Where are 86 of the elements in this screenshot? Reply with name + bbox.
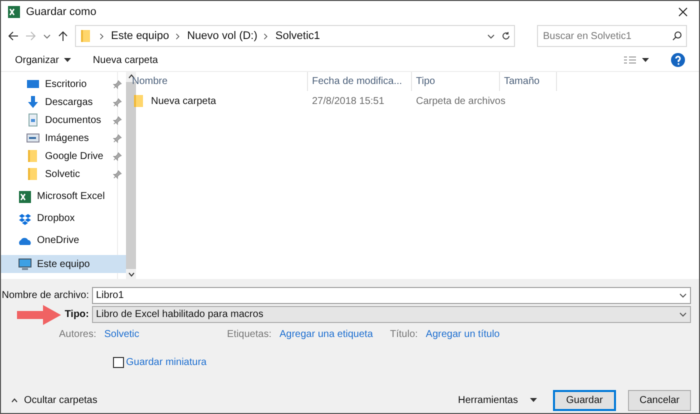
desktop-icon bbox=[26, 77, 40, 91]
meta-link[interactable]: Solvetic bbox=[104, 326, 140, 342]
excel-icon bbox=[18, 190, 32, 204]
download-icon bbox=[26, 95, 40, 109]
file-date: 27/8/2018 15:51 bbox=[312, 96, 384, 106]
sidebar-item[interactable]: Dropbox bbox=[1, 210, 126, 227]
sidebar-label: Dropbox bbox=[37, 212, 75, 226]
tools-menu[interactable]: Herramientas bbox=[458, 392, 537, 408]
caret-icon bbox=[530, 398, 537, 402]
search-field[interactable]: Buscar en Solvetic1 bbox=[537, 25, 687, 47]
address-bar[interactable]: Este equipo Nuevo vol (D:) Solvetic1 bbox=[75, 25, 515, 47]
sidebar-item[interactable]: Google Drive bbox=[1, 147, 126, 165]
pin-icon[interactable] bbox=[113, 152, 122, 160]
computer-icon bbox=[18, 257, 32, 271]
sidebar-label: Documentos bbox=[45, 114, 102, 128]
folder-icon bbox=[79, 29, 93, 43]
breadcrumb[interactable]: Solvetic1 bbox=[275, 28, 320, 44]
sidebar-label: Descargas bbox=[45, 96, 93, 110]
column-header[interactable]: Fecha de modifica... bbox=[308, 72, 412, 91]
caret-icon bbox=[64, 58, 71, 62]
filename-label: Nombre de archivo: bbox=[2, 289, 89, 303]
folder-icon bbox=[132, 94, 146, 108]
chevron-down-icon[interactable] bbox=[128, 272, 135, 277]
search-icon bbox=[672, 31, 682, 41]
back-arrow-icon[interactable] bbox=[7, 30, 19, 42]
chevron-right-icon bbox=[263, 32, 270, 40]
excel-icon bbox=[7, 5, 21, 19]
window-title: Guardar como bbox=[26, 4, 96, 20]
refresh-icon[interactable] bbox=[501, 31, 511, 41]
image-icon bbox=[26, 131, 40, 145]
chevron-right-icon bbox=[175, 32, 182, 40]
caret-icon[interactable] bbox=[642, 58, 649, 62]
sidebar-item[interactable]: Documentos bbox=[1, 111, 126, 129]
sidebar-label: Microsoft Excel bbox=[37, 190, 105, 204]
pin-icon[interactable] bbox=[113, 98, 122, 106]
folder-icon bbox=[26, 167, 40, 181]
type-dropdown[interactable]: Libro de Excel habilitado para macros bbox=[92, 306, 691, 323]
thumbnail-checkbox[interactable] bbox=[113, 357, 124, 368]
file-type: Carpeta de archivos bbox=[416, 96, 506, 106]
sidebar-item[interactable]: Microsoft Excel bbox=[1, 188, 126, 205]
pin-icon[interactable] bbox=[113, 170, 122, 178]
sidebar-label: Este equipo bbox=[37, 258, 90, 272]
help-icon[interactable] bbox=[671, 53, 685, 67]
new-folder-button[interactable]: Nueva carpeta bbox=[92, 52, 158, 68]
sidebar-label: Imágenes bbox=[45, 132, 89, 146]
chevron-up-icon bbox=[11, 398, 18, 402]
pin-icon[interactable] bbox=[113, 134, 122, 142]
sidebar-label: Solvetic bbox=[45, 168, 80, 182]
arrow-icon bbox=[16, 304, 61, 324]
dropbox-icon bbox=[18, 212, 32, 226]
view-options-icon[interactable] bbox=[624, 56, 636, 64]
chevron-right-icon bbox=[99, 32, 105, 40]
meta-label: Etiquetas: bbox=[227, 328, 272, 342]
organize-menu[interactable]: Organizar bbox=[15, 52, 71, 68]
document-icon bbox=[26, 113, 40, 127]
dialog-button[interactable]: Cancelar bbox=[628, 390, 691, 410]
hide-folders-button[interactable]: Ocultar carpetas bbox=[9, 392, 98, 408]
type-label: Tipo: bbox=[64, 308, 89, 322]
up-arrow-icon[interactable] bbox=[57, 30, 69, 42]
sidebar-label: Escritorio bbox=[45, 78, 87, 92]
sidebar-item[interactable]: Imágenes bbox=[1, 129, 126, 147]
meta-link[interactable]: Agregar un título bbox=[426, 326, 500, 342]
meta-label: Autores: bbox=[59, 328, 96, 342]
close-icon bbox=[678, 7, 688, 17]
sidebar-label: Google Drive bbox=[45, 150, 104, 164]
thumbnail-label[interactable]: Guardar miniatura bbox=[126, 355, 207, 370]
sidebar-item[interactable]: Este equipo bbox=[1, 255, 126, 273]
meta-link[interactable]: Agregar una etiqueta bbox=[279, 326, 373, 342]
pin-icon[interactable] bbox=[113, 80, 122, 88]
sidebar-label: OneDrive bbox=[37, 234, 80, 248]
file-name: Nueva carpeta bbox=[151, 94, 216, 108]
breadcrumb[interactable]: Nuevo vol (D:) bbox=[187, 28, 258, 44]
folder-icon bbox=[26, 149, 40, 163]
column-header[interactable]: Tipo bbox=[412, 72, 500, 91]
breadcrumb[interactable]: Este equipo bbox=[111, 28, 170, 44]
column-header[interactable]: Tamaño bbox=[500, 72, 557, 91]
filename-field[interactable]: Libro1 bbox=[92, 287, 691, 304]
dialog-button[interactable]: Guardar bbox=[553, 390, 616, 410]
chevron-down-icon[interactable] bbox=[487, 32, 495, 40]
chevron-down-icon bbox=[679, 312, 687, 317]
sidebar-item[interactable]: OneDrive bbox=[1, 232, 126, 249]
pin-icon[interactable] bbox=[113, 116, 122, 124]
chevron-down-icon bbox=[679, 293, 687, 298]
column-header[interactable]: Nombre bbox=[118, 72, 308, 91]
meta-label: Título: bbox=[390, 328, 418, 342]
sidebar-item[interactable]: Solvetic bbox=[1, 165, 126, 183]
